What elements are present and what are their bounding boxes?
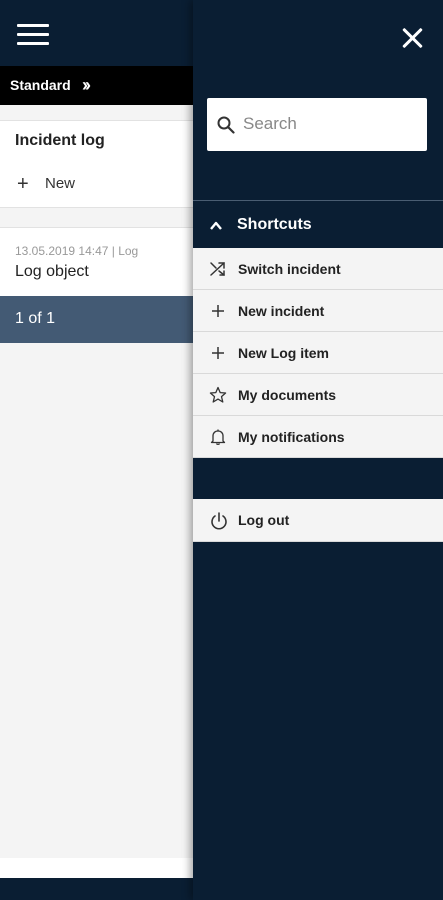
menu-item-label: New Log item [238,345,330,361]
chevron-up-icon [210,221,222,230]
menu-item-switch-incident[interactable]: Switch incident [193,248,443,290]
new-button[interactable]: + New [0,161,193,208]
main-page: Standard ›› Incident log + New 13.05.201… [0,0,193,900]
menu-item-label: Switch incident [238,261,341,277]
shortcuts-title: Shortcuts [237,216,312,233]
app-header [0,0,193,66]
navigation-drawer: Shortcuts Switch incident New incident [193,0,443,900]
list-item[interactable]: 13.05.2019 14:47 | Log Log object [0,227,193,297]
hamburger-menu-icon[interactable] [17,24,49,46]
pagination-bar: 1 of 1 [0,296,193,343]
shuffle-icon [210,262,225,276]
bell-icon [210,429,226,445]
list-footer [0,858,193,878]
search-field[interactable] [207,98,427,151]
breadcrumb: Standard ›› [0,66,193,105]
logout-button[interactable]: Log out [193,499,443,542]
shortcuts-toggle[interactable]: Shortcuts [193,200,443,249]
double-chevron-right-icon[interactable]: ›› [82,75,91,96]
search-icon [217,116,235,134]
incident-log-header: Incident log [0,120,193,162]
pagination-label: 1 of 1 [15,310,56,327]
menu-item-new-incident[interactable]: New incident [193,290,443,332]
list-item-name: Log object [15,263,89,280]
breadcrumb-label[interactable]: Standard [10,77,71,93]
new-label: New [45,175,76,192]
close-icon[interactable] [401,26,425,50]
menu-item-new-log-item[interactable]: New Log item [193,332,443,374]
list-item-meta: 13.05.2019 14:47 | Log [15,244,139,258]
power-icon [211,512,227,530]
menu-item-my-documents[interactable]: My documents [193,374,443,416]
shortcuts-menu: Switch incident New incident New Log ite… [193,248,443,458]
menu-item-label: My notifications [238,429,345,445]
plus-icon: + [17,173,29,195]
page-title: Incident log [15,132,105,149]
bottom-bar [0,878,193,900]
plus-icon [212,305,224,317]
menu-item-my-notifications[interactable]: My notifications [193,416,443,458]
logout-label: Log out [238,512,290,528]
star-icon [209,386,227,403]
plus-icon [212,347,224,359]
search-input[interactable] [243,110,418,138]
menu-item-label: My documents [238,387,337,403]
menu-item-label: New incident [238,303,325,319]
